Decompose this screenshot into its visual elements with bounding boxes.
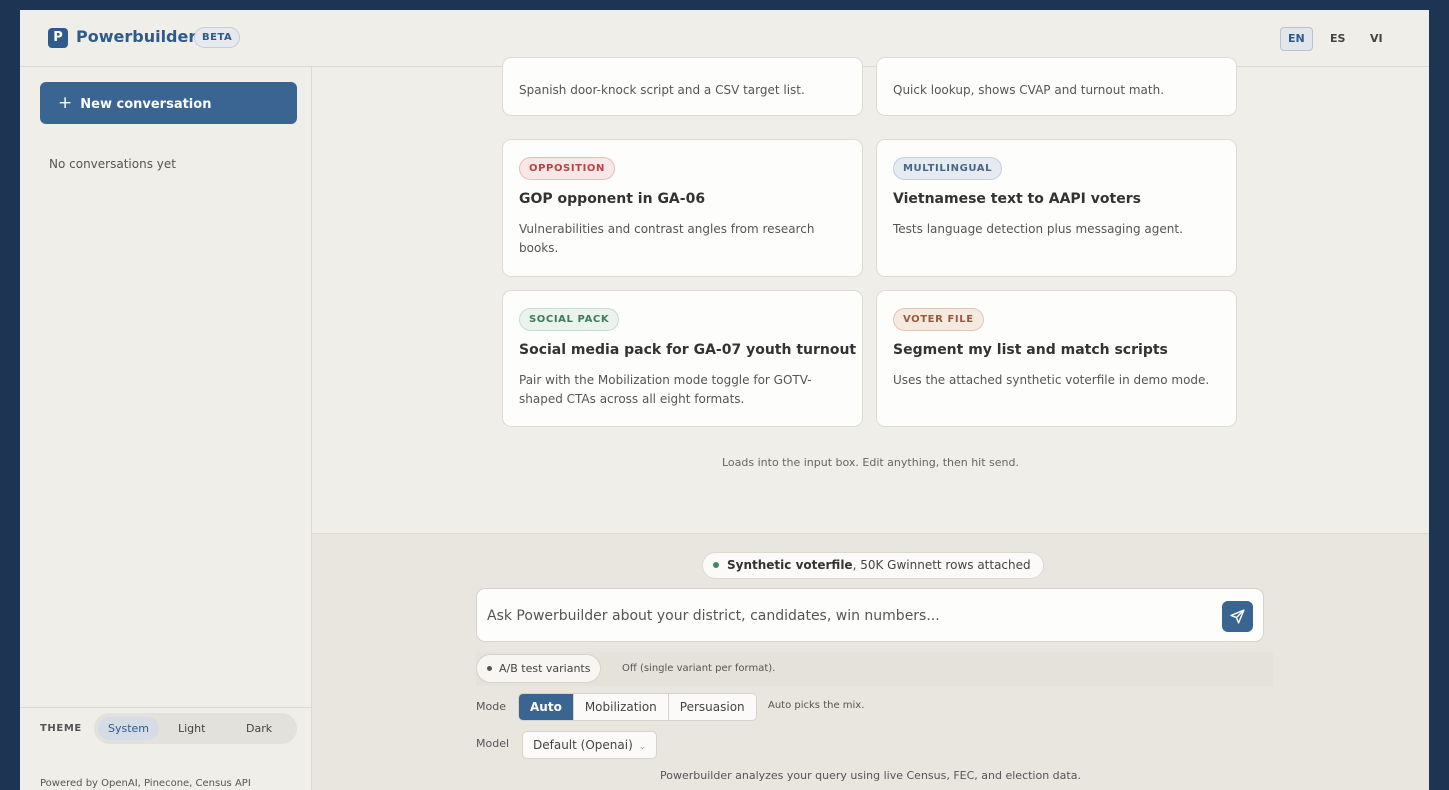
prompt-card[interactable]: Spanish door-knock script and a CSV targ… — [502, 57, 863, 116]
mode-mobilization[interactable]: Mobilization — [574, 694, 669, 720]
card-description: Spanish door-knock script and a CSV targ… — [519, 83, 805, 97]
prompt-card-voter-file[interactable]: VOTER FILE Segment my list and match scr… — [876, 290, 1237, 427]
card-tag: OPPOSITION — [519, 157, 615, 180]
ab-test-status: Off (single variant per format). — [622, 663, 776, 674]
card-tag: SOCIAL PACK — [519, 308, 620, 331]
theme-switcher: THEME System Light Dark — [20, 707, 311, 757]
theme-system[interactable]: System — [98, 717, 160, 740]
language-vi[interactable]: VI — [1362, 27, 1391, 51]
cards-hint: Loads into the input box. Edit anything,… — [721, 456, 1020, 469]
card-title: Social media pack for GA-07 youth turnou… — [519, 342, 857, 358]
voterfile-detail: , 50K Gwinnett rows attached — [852, 558, 1031, 572]
toggle-dot-icon — [487, 665, 492, 671]
card-description: Quick lookup, shows CVAP and turnout mat… — [893, 83, 1165, 97]
mode-hint: Auto picks the mix. — [768, 700, 865, 711]
model-label: Model — [476, 737, 510, 750]
logo-icon: P — [48, 28, 68, 48]
theme-light[interactable]: Light — [168, 717, 215, 740]
ab-test-row: A/B test variants Off (single variant pe… — [476, 652, 1273, 686]
prompt-card-multilingual[interactable]: MULTILINGUAL Vietnamese text to AAPI vot… — [876, 139, 1237, 277]
beta-badge: BETA — [194, 27, 241, 48]
ab-test-toggle[interactable]: A/B test variants — [476, 654, 602, 683]
card-description: Pair with the Mobilization mode toggle f… — [519, 373, 812, 406]
card-description: Vulnerabilities and contrast angles from… — [519, 222, 815, 255]
query-input[interactable] — [487, 604, 1207, 628]
model-select[interactable]: Default (Openai) ⌄ — [522, 731, 658, 759]
voterfile-chip[interactable]: Synthetic voterfile, 50K Gwinnett rows a… — [702, 552, 1044, 579]
card-description: Uses the attached synthetic voterfile in… — [893, 373, 1210, 387]
card-title: Segment my list and match scripts — [893, 342, 1168, 358]
mode-segmented-control: Auto Mobilization Persuasion — [518, 693, 757, 721]
theme-dark[interactable]: Dark — [236, 717, 282, 740]
sidebar: + New conversation No conversations yet T… — [20, 67, 312, 790]
ab-test-label: A/B test variants — [499, 662, 591, 675]
prompt-card-opposition[interactable]: OPPOSITION GOP opponent in GA-06 Vulnera… — [502, 139, 863, 277]
footer-disclaimer: Powerbuilder analyzes your query using l… — [660, 769, 1081, 782]
theme-label: THEME — [40, 723, 82, 734]
card-title: Vietnamese text to AAPI voters — [893, 191, 1141, 207]
app-window: P Powerbuilder BETA EN ES VI + New conver… — [20, 10, 1429, 790]
theme-segmented-control: System Light Dark — [94, 713, 297, 744]
send-button[interactable] — [1222, 601, 1253, 632]
mode-persuasion[interactable]: Persuasion — [669, 694, 756, 720]
voterfile-name: Synthetic voterfile — [727, 558, 853, 572]
send-icon — [1230, 609, 1245, 624]
powered-by-text: Powered by OpenAI, Pinecone, Census API — [40, 778, 251, 789]
card-tag: MULTILINGUAL — [893, 157, 1003, 180]
empty-conversations-text: No conversations yet — [49, 157, 176, 171]
composer-panel: Synthetic voterfile, 50K Gwinnett rows a… — [312, 533, 1429, 790]
brand-name[interactable]: Powerbuilder — [76, 27, 196, 46]
card-title: GOP opponent in GA-06 — [519, 191, 706, 207]
main-content: Spanish door-knock script and a CSV targ… — [312, 57, 1429, 790]
prompt-card[interactable]: Quick lookup, shows CVAP and turnout mat… — [876, 57, 1237, 116]
new-conversation-label: New conversation — [80, 97, 212, 112]
mode-auto[interactable]: Auto — [519, 694, 574, 720]
card-description: Tests language detection plus messaging … — [893, 222, 1183, 236]
card-tag: VOTER FILE — [893, 308, 984, 331]
chevron-down-icon: ⌄ — [638, 742, 647, 752]
plus-icon: + — [58, 93, 73, 113]
prompt-card-social-pack[interactable]: SOCIAL PACK Social media pack for GA-07 … — [502, 290, 863, 427]
language-es[interactable]: ES — [1322, 27, 1353, 51]
model-value: Default (Openai) — [533, 738, 633, 752]
status-dot-icon — [713, 561, 719, 568]
mode-label: Mode — [476, 700, 506, 713]
query-input-box — [476, 588, 1264, 642]
new-conversation-button[interactable]: + New conversation — [40, 82, 297, 124]
language-en[interactable]: EN — [1280, 27, 1313, 51]
